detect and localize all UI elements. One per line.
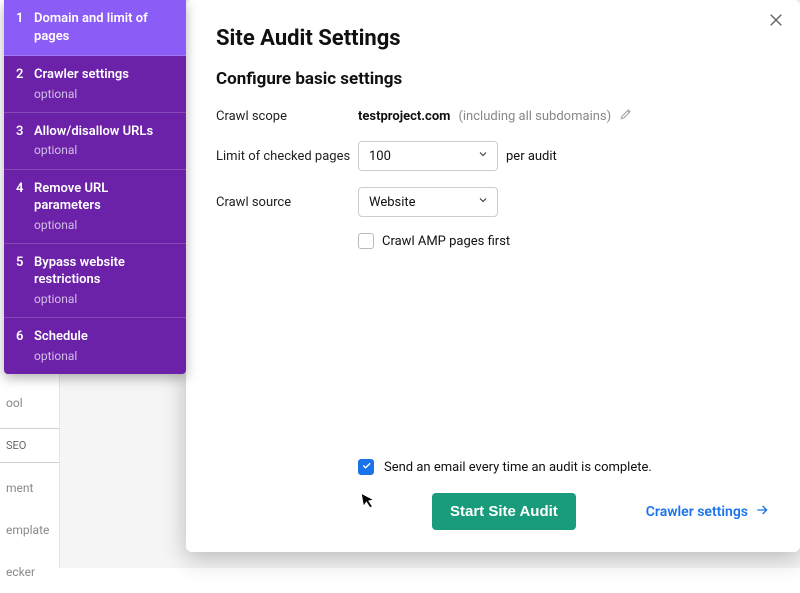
crawl-scope-label: Crawl scope <box>216 109 358 124</box>
step-optional: optional <box>34 86 174 102</box>
section-title: Configure basic settings <box>216 69 770 89</box>
start-site-audit-button[interactable]: Start Site Audit <box>432 493 576 530</box>
close-button[interactable] <box>762 8 790 36</box>
crawl-source-label: Crawl source <box>216 195 358 210</box>
bg-text: ment <box>0 467 59 509</box>
crawl-source-select[interactable]: Website <box>358 187 498 217</box>
step-number: 6 <box>16 328 34 346</box>
bg-text: ecker <box>0 551 59 593</box>
close-icon <box>767 11 785 33</box>
limit-pages-label: Limit of checked pages <box>216 149 358 164</box>
step-allow-disallow[interactable]: 3 Allow/disallow URLs optional <box>4 113 186 170</box>
step-optional: optional <box>34 291 174 307</box>
crawl-amp-label: Crawl AMP pages first <box>382 234 510 249</box>
step-number: 2 <box>16 66 34 84</box>
crawl-source-value: Website <box>369 195 416 210</box>
crawl-source-row: Crawl source Website <box>216 187 770 217</box>
step-label: Crawler settings <box>34 66 174 84</box>
limit-pages-row: Limit of checked pages 100 per audit <box>216 141 770 171</box>
step-domain-limit[interactable]: 1 Domain and limit of pages <box>4 0 186 56</box>
next-crawler-settings-link[interactable]: Crawler settings <box>646 502 770 522</box>
step-label: Remove URL parameters <box>34 180 174 215</box>
next-link-label: Crawler settings <box>646 504 748 520</box>
step-number: 4 <box>16 180 34 198</box>
crawl-scope-suffix: (including all subdomains) <box>458 109 611 124</box>
site-audit-settings-modal: Site Audit Settings Configure basic sett… <box>186 0 800 552</box>
edit-scope-button[interactable] <box>619 107 633 125</box>
chevron-down-icon <box>477 194 489 210</box>
step-number: 3 <box>16 123 34 141</box>
email-notify-checkbox[interactable] <box>358 459 374 475</box>
wizard-steps-sidebar: 1 Domain and limit of pages 2 Crawler se… <box>4 0 186 374</box>
bg-text: ool <box>0 382 59 424</box>
step-label: Schedule <box>34 328 174 346</box>
limit-pages-suffix: per audit <box>506 149 557 164</box>
step-optional: optional <box>34 348 174 364</box>
step-bypass-restrictions[interactable]: 5 Bypass website restrictions optional <box>4 244 186 318</box>
step-schedule[interactable]: 6 Schedule optional <box>4 318 186 374</box>
limit-pages-select[interactable]: 100 <box>358 141 498 171</box>
step-optional: optional <box>34 217 174 233</box>
limit-pages-value: 100 <box>369 149 391 164</box>
pencil-icon <box>619 110 633 125</box>
amp-row: Crawl AMP pages first <box>216 233 770 249</box>
crawl-scope-row: Crawl scope testproject.com (including a… <box>216 107 770 125</box>
arrow-right-icon <box>754 502 770 522</box>
step-optional: optional <box>34 142 174 158</box>
bg-text: emplate <box>0 509 59 551</box>
crawl-scope-domain: testproject.com <box>358 109 450 124</box>
step-remove-url-params[interactable]: 4 Remove URL parameters optional <box>4 170 186 244</box>
email-notify-row: Send an email every time an audit is com… <box>358 459 770 475</box>
step-number: 1 <box>16 10 34 28</box>
step-label: Bypass website restrictions <box>34 254 174 289</box>
step-label: Allow/disallow URLs <box>34 123 174 141</box>
step-crawler-settings[interactable]: 2 Crawler settings optional <box>4 56 186 113</box>
check-icon <box>361 460 372 475</box>
modal-footer: Start Site Audit Crawler settings <box>358 493 770 530</box>
step-label: Domain and limit of pages <box>34 10 174 45</box>
chevron-down-icon <box>477 148 489 164</box>
step-number: 5 <box>16 254 34 272</box>
email-notify-label: Send an email every time an audit is com… <box>384 460 652 475</box>
modal-title: Site Audit Settings <box>216 26 770 51</box>
crawl-amp-checkbox[interactable] <box>358 233 374 249</box>
bg-text: SEO <box>0 433 59 458</box>
